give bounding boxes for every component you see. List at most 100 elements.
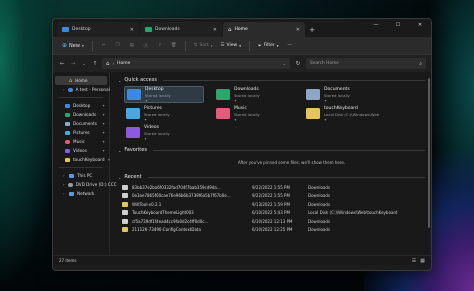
pin-icon: ✦ xyxy=(324,117,327,122)
desktop-folder-icon xyxy=(127,89,141,100)
favorites-header[interactable]: ⌄ Favorites xyxy=(118,146,425,154)
new-button[interactable]: ⊕ New ▾ xyxy=(59,40,87,52)
quick-access-header[interactable]: ⌄ Quick access xyxy=(118,76,425,84)
filter-button[interactable]: ⏷ Filter ▾ xyxy=(255,40,282,52)
pin-icon: ✦ xyxy=(102,103,105,108)
command-bar: ⊕ New ▾ ✂ ❐ ▤ Ⓐ ⇪ 🗑 ⇅ Sort ▾ ☰ View ▾ ⏷ … xyxy=(53,37,431,55)
quick-access-music[interactable]: Music Stored locally ✦ xyxy=(214,105,294,122)
quick-access-pictures[interactable]: Pictures Stored locally ✦ xyxy=(124,105,204,122)
sidebar-item-this-pc[interactable]: › This PC xyxy=(53,171,109,180)
divider xyxy=(91,40,93,51)
paste-button[interactable]: ▤ xyxy=(126,40,138,52)
chevron-down-icon[interactable]: ⌄ xyxy=(283,61,286,66)
rename-icon: Ⓐ xyxy=(143,43,148,49)
item-text: Pictures Stored locally ✦ xyxy=(144,106,170,122)
sidebar-item-videos[interactable]: Videos ✦ xyxy=(53,146,109,155)
recent-file-row[interactable]: 83bb37e2ba6f0332fad704f7bab359cd9da... 9… xyxy=(118,183,425,192)
file-date: 6/10/2022 12:25 PM xyxy=(252,227,293,233)
recent-file-row[interactable]: 0e3ae7865f00cae76e96b6b3739f6a5b7f67b0e.… xyxy=(118,192,425,201)
folder-icon xyxy=(122,201,128,207)
share-icon: ⇪ xyxy=(157,43,162,48)
chevron-down-icon[interactable]: ⌄ xyxy=(80,59,88,69)
item-name: Pictures xyxy=(144,105,162,111)
quick-access-touchkeyboard[interactable]: touchKeyboard Local Disk (C:)\Windows\We… xyxy=(304,105,384,122)
pictures-folder-icon xyxy=(65,130,70,135)
forward-button[interactable]: → xyxy=(69,59,77,69)
cut-button[interactable]: ✂ xyxy=(98,40,110,52)
home-icon: ⌂ xyxy=(228,26,232,33)
recent-file-row[interactable]: cf5a739df1f4ead4cc9fa0d2c4ff0d0c... 6/10… xyxy=(118,217,425,226)
sidebar-item-music[interactable]: Music ✦ xyxy=(53,137,109,146)
close-icon[interactable]: ✕ xyxy=(213,27,217,33)
rename-button[interactable]: Ⓐ xyxy=(140,40,152,52)
sidebar-item-dvd-drive[interactable]: › DVD Drive (D:) CCC xyxy=(53,180,117,189)
quick-access-desktop[interactable]: Desktop Stored locally ✦ xyxy=(124,86,204,103)
chevron-right-icon[interactable]: › xyxy=(63,191,66,196)
copy-button[interactable]: ❐ xyxy=(112,40,124,52)
sidebar-item-label: This PC xyxy=(77,173,93,178)
minimize-button[interactable]: — xyxy=(365,19,387,31)
vertical-scrollbar[interactable] xyxy=(428,78,430,228)
back-button[interactable]: ← xyxy=(58,59,66,69)
tab-downloads[interactable]: Downloads ✕ xyxy=(140,22,222,37)
explorer-body: ⌂ Home › A test - Personal Desktop ✦ Dow… xyxy=(53,72,431,255)
sidebar-item-desktop[interactable]: Desktop ✦ xyxy=(53,101,109,110)
close-window-button[interactable]: ✕ xyxy=(409,19,431,31)
sidebar-item-label: Documents xyxy=(73,121,97,126)
close-icon[interactable]: ✕ xyxy=(130,27,134,33)
tab-desktop[interactable]: Desktop ✕ xyxy=(57,22,139,37)
view-button[interactable]: ☰ View ▾ xyxy=(217,40,244,52)
recent-file-row[interactable]: 211126-73490-ConfigContextData 6/10/2022… xyxy=(118,226,425,235)
sidebar-item-documents[interactable]: Documents ✦ xyxy=(53,119,109,128)
item-text: Desktop Stored locally ✦ xyxy=(145,87,171,103)
file-icon xyxy=(122,218,128,224)
recent-file-row[interactable]: TouchKeyboardThemeLight003 6/10/2022 5:4… xyxy=(118,209,425,218)
quick-access-videos[interactable]: Videos Stored locally ✦ xyxy=(124,124,204,141)
divider xyxy=(152,149,425,151)
desktop-folder-icon xyxy=(62,27,69,32)
sidebar-item-pictures[interactable]: Pictures ✦ xyxy=(53,128,109,137)
close-icon[interactable]: ✕ xyxy=(296,27,300,33)
up-button[interactable]: ↑ xyxy=(91,59,99,69)
sidebar-item-touchkeyboard[interactable]: touchKeyboard ✦ xyxy=(53,155,110,164)
details-view-icon[interactable]: ☰ xyxy=(412,258,416,264)
more-options-button[interactable]: ··· xyxy=(284,40,296,52)
address-field[interactable]: ⌂ › Home ⌄ xyxy=(102,58,290,69)
refresh-button[interactable]: ↻ xyxy=(293,61,303,67)
divider xyxy=(248,40,250,51)
sidebar-item-home[interactable]: ⌂ Home xyxy=(55,76,107,85)
pin-icon: ✦ xyxy=(102,148,105,153)
recent-header[interactable]: ⌄ Recent xyxy=(118,173,425,181)
recent-file-row[interactable]: WiltTool-v0.2.1 9/13/2022 1:59 PM Downlo… xyxy=(118,200,425,209)
file-location: Downloads xyxy=(308,193,330,199)
copy-icon: ❐ xyxy=(115,43,120,48)
quick-access-documents[interactable]: Documents Stored locally ✦ xyxy=(304,86,384,103)
new-tab-button[interactable]: + xyxy=(306,22,318,37)
sort-button[interactable]: ⇅ Sort ▾ xyxy=(191,40,216,52)
file-location: Local Disk (C:)\Windows\Web\touchKeyboar… xyxy=(308,210,398,216)
chevron-down-icon: ▾ xyxy=(81,43,84,48)
home-icon: ⌂ xyxy=(106,60,110,67)
tab-home[interactable]: ⌂ Home ✕ xyxy=(223,22,305,37)
item-text: touchKeyboard Local Disk (C:)\Windows\We… xyxy=(324,106,379,122)
view-label: View xyxy=(226,43,238,48)
divider xyxy=(59,167,103,168)
delete-button[interactable]: 🗑 xyxy=(168,40,180,52)
chevron-down-icon: ▾ xyxy=(239,43,241,48)
share-button[interactable]: ⇪ xyxy=(154,40,166,52)
maximize-button[interactable]: ☐ xyxy=(387,19,409,31)
pin-icon: ✦ xyxy=(144,136,147,141)
quick-access-downloads[interactable]: Downloads Stored locally ✦ xyxy=(214,86,294,103)
sidebar-item-network[interactable]: › Network xyxy=(53,189,109,198)
plus-icon: ⊕ xyxy=(62,42,68,49)
search-input[interactable]: Search Home ⌕ xyxy=(306,58,426,69)
recent-list: 83bb37e2ba6f0332fad704f7bab359cd9da... 9… xyxy=(118,183,425,234)
chevron-right-icon[interactable]: › xyxy=(63,173,66,178)
sidebar-item-onedrive[interactable]: › A test - Personal xyxy=(53,85,110,94)
item-name: touchKeyboard xyxy=(324,105,358,111)
chevron-right-icon[interactable]: › xyxy=(63,87,65,92)
sidebar-item-label: Pictures xyxy=(73,130,90,135)
chevron-right-icon[interactable]: › xyxy=(63,182,65,187)
tiles-view-icon[interactable]: ▦ xyxy=(420,258,425,264)
sidebar-item-downloads[interactable]: Downloads ✦ xyxy=(53,110,109,119)
